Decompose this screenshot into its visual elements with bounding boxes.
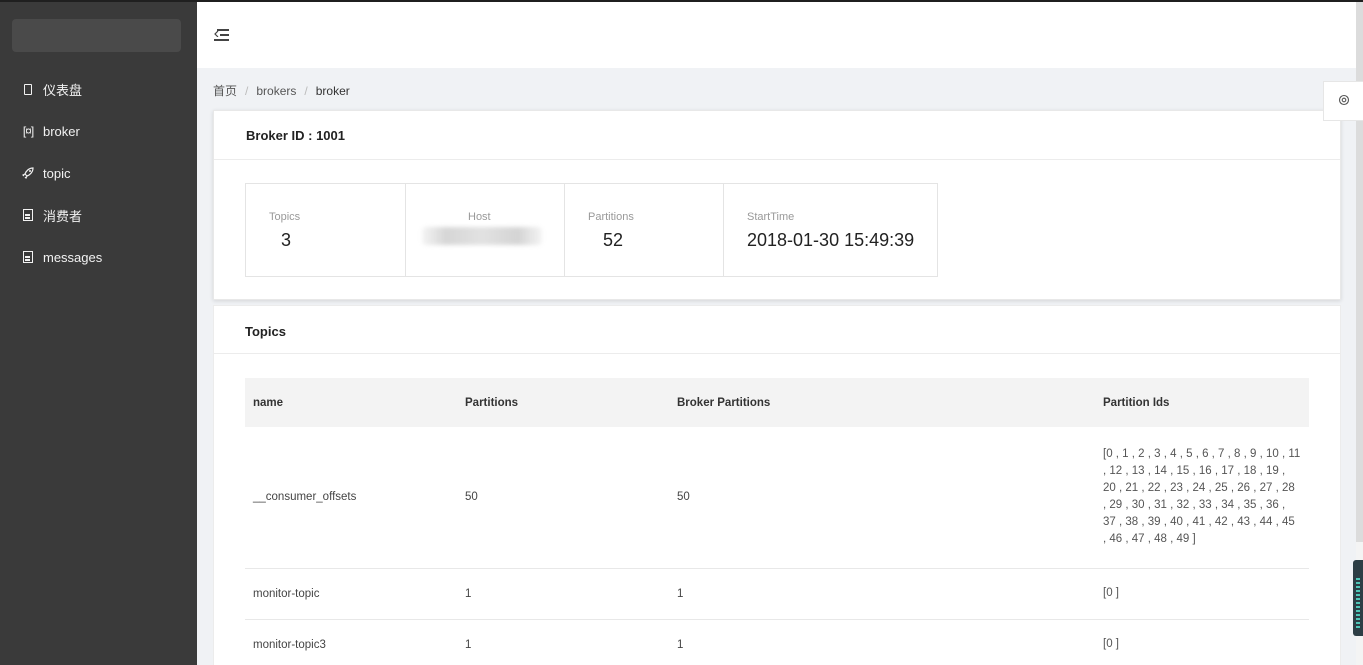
stat-label: StartTime [747, 211, 795, 223]
table-row[interactable]: monitor-topic 1 1 [0 ] [245, 568, 1309, 620]
rocket-icon [22, 167, 34, 180]
scan-icon: [¤] [22, 124, 34, 138]
sidebar-item-consumers[interactable]: 消费者 [0, 194, 197, 236]
sidebar-item-label: broker [43, 123, 80, 139]
sidebar-item-label: 消费者 [43, 208, 83, 224]
divider [214, 353, 1340, 354]
cell-partition-ids: [0 ] [1095, 619, 1309, 665]
column-header-broker-partitions[interactable]: Broker Partitions [669, 378, 1095, 427]
stat-value: 52 [603, 230, 624, 250]
topics-card: Topics name Partitions Broker Partitions… [213, 305, 1341, 665]
broker-title: Broker ID : 1001 [246, 128, 345, 143]
cell-partitions: 50 [457, 427, 669, 569]
cell-partitions: 1 [457, 568, 669, 620]
broker-stats: Topics 3 Host Partitions 52 StartTime 20… [245, 183, 938, 277]
column-header-name[interactable]: name [245, 378, 457, 427]
stat-label: Partitions [588, 211, 634, 223]
sidebar-item-dashboard[interactable]: 仪表盘 [0, 68, 197, 110]
sidebar: 仪表盘 [¤] broker topic 消费者 messages [0, 2, 197, 665]
sidebar-item-messages[interactable]: messages [0, 236, 197, 278]
stat-host: Host [406, 184, 565, 276]
cell-broker-partitions: 50 [669, 427, 1095, 569]
stat-value: 3 [281, 230, 292, 250]
stat-partitions: Partitions 52 [565, 184, 724, 276]
file-icon [22, 209, 34, 222]
column-header-partition-ids[interactable]: Partition Ids [1095, 378, 1309, 427]
sidebar-item-topic[interactable]: topic [0, 152, 197, 194]
menu-fold-icon[interactable] [214, 28, 230, 42]
stat-value: 2018-01-30 15:49:39 [747, 230, 915, 250]
cell-name: __consumer_offsets [245, 427, 457, 569]
breadcrumb-separator: / [245, 83, 249, 98]
sidebar-menu: 仪表盘 [¤] broker topic 消费者 messages [0, 68, 197, 278]
cell-broker-partitions: 1 [669, 619, 1095, 665]
host-value-redacted [422, 227, 542, 245]
cell-broker-partitions: 1 [669, 568, 1095, 620]
window-top-border [0, 0, 1363, 2]
broker-card: Broker ID : 1001 Topics 3 Host Partition… [213, 110, 1341, 300]
stat-starttime: StartTime 2018-01-30 15:49:39 [724, 184, 937, 276]
table-row[interactable]: monitor-topic3 1 1 [0 ] [245, 619, 1309, 665]
settings-button[interactable] [1323, 81, 1363, 121]
breadcrumb: 首页 / brokers / broker [213, 82, 350, 99]
side-widget-tab[interactable] [1353, 560, 1363, 636]
cell-partition-ids: [0 , 1 , 2 , 3 , 4 , 5 , 6 , 7 , 8 , 9 ,… [1095, 427, 1309, 569]
breadcrumb-current: broker [315, 83, 350, 98]
sidebar-item-label: 仪表盘 [43, 82, 83, 98]
sidebar-item-label: topic [43, 165, 71, 181]
topics-title: Topics [245, 324, 286, 339]
breadcrumb-brokers[interactable]: brokers [256, 84, 296, 98]
sidebar-item-label: messages [43, 249, 103, 265]
cell-name: monitor-topic3 [245, 619, 457, 665]
divider [214, 159, 1340, 160]
table-header-row: name Partitions Broker Partitions Partit… [245, 378, 1309, 427]
gear-icon [1338, 94, 1350, 109]
tablet-icon [22, 83, 34, 96]
sidebar-item-broker[interactable]: [¤] broker [0, 110, 197, 152]
logo-placeholder [12, 19, 181, 52]
breadcrumb-home[interactable]: 首页 [213, 82, 237, 99]
cell-name: monitor-topic [245, 568, 457, 620]
stat-label: Host [468, 211, 491, 223]
top-header [197, 2, 1363, 68]
cell-partition-ids: [0 ] [1095, 568, 1309, 620]
file-icon [22, 251, 34, 264]
breadcrumb-separator: / [304, 83, 308, 98]
topics-table: name Partitions Broker Partitions Partit… [245, 378, 1309, 665]
stat-label: Topics [269, 211, 301, 223]
cell-partitions: 1 [457, 619, 669, 665]
column-header-partitions[interactable]: Partitions [457, 378, 669, 427]
table-row[interactable]: __consumer_offsets 50 50 [0 , 1 , 2 , 3 … [245, 427, 1309, 569]
stat-topics: Topics 3 [246, 184, 406, 276]
